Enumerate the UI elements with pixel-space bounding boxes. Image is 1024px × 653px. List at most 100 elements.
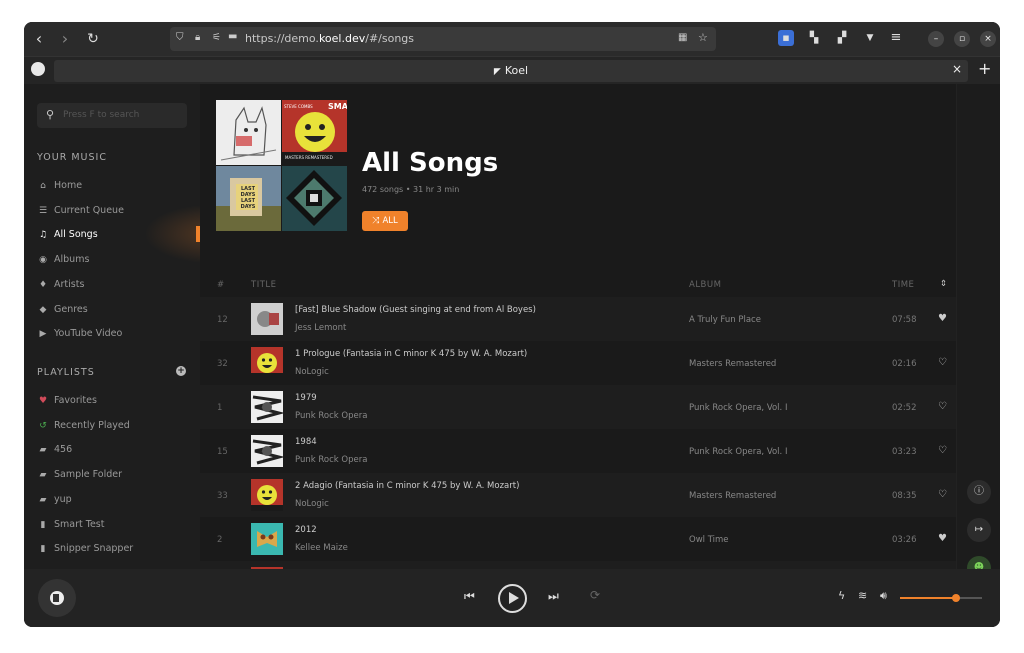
previous-icon[interactable]: ⏮ (464, 589, 475, 604)
song-album[interactable]: Punk Rock Opera, Vol. I (689, 403, 787, 413)
sidebar-item-home[interactable]: ⌂ Home (37, 180, 197, 198)
cover-artist-text: STEVE COMBS (284, 104, 313, 109)
shuffle-all-button[interactable]: ⤨ ALL (362, 211, 408, 231)
search-placeholder: Press F to search (63, 110, 140, 120)
heart-filled-icon[interactable]: ♥ (938, 533, 947, 544)
column-title[interactable]: TITLE (251, 280, 277, 290)
column-album[interactable]: ALBUM (689, 280, 721, 290)
player-bar: ⏮ ⏭ ⟳ ϟ ≋ 🔊︎ (24, 569, 1000, 627)
column-time[interactable]: TIME (892, 280, 914, 290)
song-artist[interactable]: Kellee Maize (295, 543, 348, 553)
volume-icon[interactable]: 🔊︎ (880, 589, 887, 603)
album-thumbnail[interactable] (251, 523, 283, 555)
current-album-button[interactable] (38, 579, 76, 617)
new-tab-icon[interactable]: + (978, 59, 991, 78)
forward-icon[interactable]: › (54, 22, 76, 56)
sidebar-item-genres[interactable]: ◆ Genres (37, 304, 197, 322)
sidebar-item-sample-folder[interactable]: ▰ Sample Folder (37, 469, 197, 487)
song-artist[interactable]: Punk Rock Opera (295, 455, 367, 465)
add-playlist-icon[interactable]: + (176, 366, 186, 376)
extension-grid-icon[interactable]: ▚ (806, 30, 822, 46)
extension-icon[interactable]: ▪ (778, 30, 794, 46)
bookmark-star-icon[interactable]: ☆ (698, 31, 708, 44)
song-row[interactable]: 32 1 Prologue (Fantasia in C minor K 475 … (200, 341, 956, 385)
album-thumbnail[interactable] (251, 303, 283, 335)
song-album[interactable]: Punk Rock Opera, Vol. I (689, 447, 787, 457)
sidebar-item-recently-played[interactable]: ↺ Recently Played (37, 420, 197, 438)
close-window-icon[interactable]: × (980, 31, 996, 47)
menu-icon[interactable]: ≡ (888, 30, 904, 46)
volume-knob[interactable] (951, 594, 960, 602)
song-artist[interactable]: Punk Rock Opera (295, 411, 367, 421)
album-thumbnail[interactable] (251, 391, 283, 423)
next-icon[interactable]: ⏭ (548, 589, 559, 604)
tab-favicon-icon[interactable] (31, 62, 45, 76)
lightning-icon[interactable]: ϟ (838, 589, 845, 602)
sidebar-item-favorites[interactable]: ♥ Favorites (37, 395, 197, 413)
search-icon: ⚲ (46, 108, 55, 121)
song-artist[interactable]: Jess Lemont (295, 323, 346, 333)
search-input[interactable]: ⚲ Press F to search (37, 103, 187, 128)
sidebar-item-smart-test[interactable]: ▮ Smart Test (37, 519, 197, 537)
heart-outline-icon[interactable]: ♡ (938, 401, 947, 412)
album-thumbnail[interactable] (251, 435, 283, 467)
koel-logo-icon: ◤ (493, 67, 501, 77)
song-album[interactable]: A Truly Fun Place (689, 315, 761, 325)
volume-slider[interactable] (900, 594, 982, 602)
reader-icon[interactable]: ▬ (228, 31, 237, 42)
logout-icon[interactable]: ↦ (967, 518, 991, 542)
heart-icon: ♥ (38, 396, 48, 406)
sidebar-item-youtube-video[interactable]: ▶ YouTube Video (37, 328, 197, 346)
back-icon[interactable]: ‹ (28, 22, 50, 56)
sort-icon[interactable]: ⇕ (940, 279, 948, 289)
cover-tile-sketch (216, 100, 281, 165)
song-duration: 03:23 (892, 447, 917, 457)
song-row[interactable]: 12 [Fast] Blue Shadow (Guest singing at e… (200, 297, 956, 341)
sidebar-item-yup[interactable]: ▰ yup (37, 494, 197, 512)
song-artist[interactable]: NoLogic (295, 499, 329, 509)
chevron-down-icon[interactable]: ▼ (862, 30, 878, 46)
column-number[interactable]: # (217, 280, 225, 290)
heart-outline-icon[interactable]: ♡ (938, 489, 947, 500)
minimize-icon[interactable]: – (928, 31, 944, 47)
song-title: 2 Adagio (Fantasia in C minor K 475 by W… (295, 481, 520, 491)
song-duration: 07:58 (892, 315, 917, 325)
play-button[interactable] (498, 584, 527, 613)
reload-icon[interactable]: ↻ (82, 22, 104, 56)
repeat-icon[interactable]: ⟳ (590, 588, 600, 602)
right-rail: ⓘ ↦ ☻ (956, 84, 1000, 580)
close-tab-icon[interactable]: × (952, 62, 962, 76)
lock-icon[interactable]: 🔒︎ (195, 32, 200, 43)
equalizer-icon[interactable]: ≋ (858, 589, 867, 602)
tab-strip: ◤ Koel × + (24, 56, 1000, 85)
info-icon[interactable]: ⓘ (967, 480, 991, 504)
album-thumbnail[interactable] (251, 347, 283, 379)
translate-icon[interactable]: ▞ (834, 30, 850, 46)
browser-toolbar: ‹ › ↻ ⛉ 🔒︎ ⚟ ▬ https://demo.koel.dev/#/s… (24, 22, 1000, 56)
heart-outline-icon[interactable]: ♡ (938, 445, 947, 456)
song-artist[interactable]: NoLogic (295, 367, 329, 377)
song-album[interactable]: Masters Remastered (689, 491, 776, 501)
song-row[interactable]: 343 Allegro_part_1 (Fantasia in C minor … (200, 561, 956, 569)
track-number: 32 (217, 359, 228, 369)
permissions-icon[interactable]: ⚟ (212, 32, 221, 43)
sidebar-item-artists[interactable]: ♦ Artists (37, 279, 197, 297)
sidebar-item-456[interactable]: ▰ 456 (37, 444, 197, 462)
song-row[interactable]: 1 1979 Punk Rock Opera Punk Rock Opera, Vol… (200, 385, 956, 429)
heart-outline-icon[interactable]: ♡ (938, 357, 947, 368)
maximize-icon[interactable]: ▫ (954, 31, 970, 47)
song-duration: 02:16 (892, 359, 917, 369)
song-row[interactable]: 2 2012 Kellee Maize Owl Time 03:26 ♥ (200, 517, 956, 561)
volume-fill (900, 597, 956, 599)
shield-icon[interactable]: ⛉ (176, 32, 184, 43)
qr-icon[interactable]: ▦ (678, 32, 687, 43)
sidebar-item-snipper-snapper[interactable]: ▮ Snipper Snapper (37, 543, 197, 561)
song-row[interactable]: 33 2 Adagio (Fantasia in C minor K 475 by… (200, 473, 956, 517)
heart-filled-icon[interactable]: ♥ (938, 313, 947, 324)
album-thumbnail[interactable] (251, 479, 283, 511)
tab-koel[interactable]: ◤ Koel (54, 60, 968, 82)
address-bar[interactable]: ⛉ 🔒︎ ⚟ ▬ https://demo.koel.dev/#/songs ▦… (170, 27, 716, 51)
song-row[interactable]: 15 1984 Punk Rock Opera Punk Rock Opera, Vo… (200, 429, 956, 473)
song-album[interactable]: Owl Time (689, 535, 729, 545)
song-album[interactable]: Masters Remastered (689, 359, 776, 369)
